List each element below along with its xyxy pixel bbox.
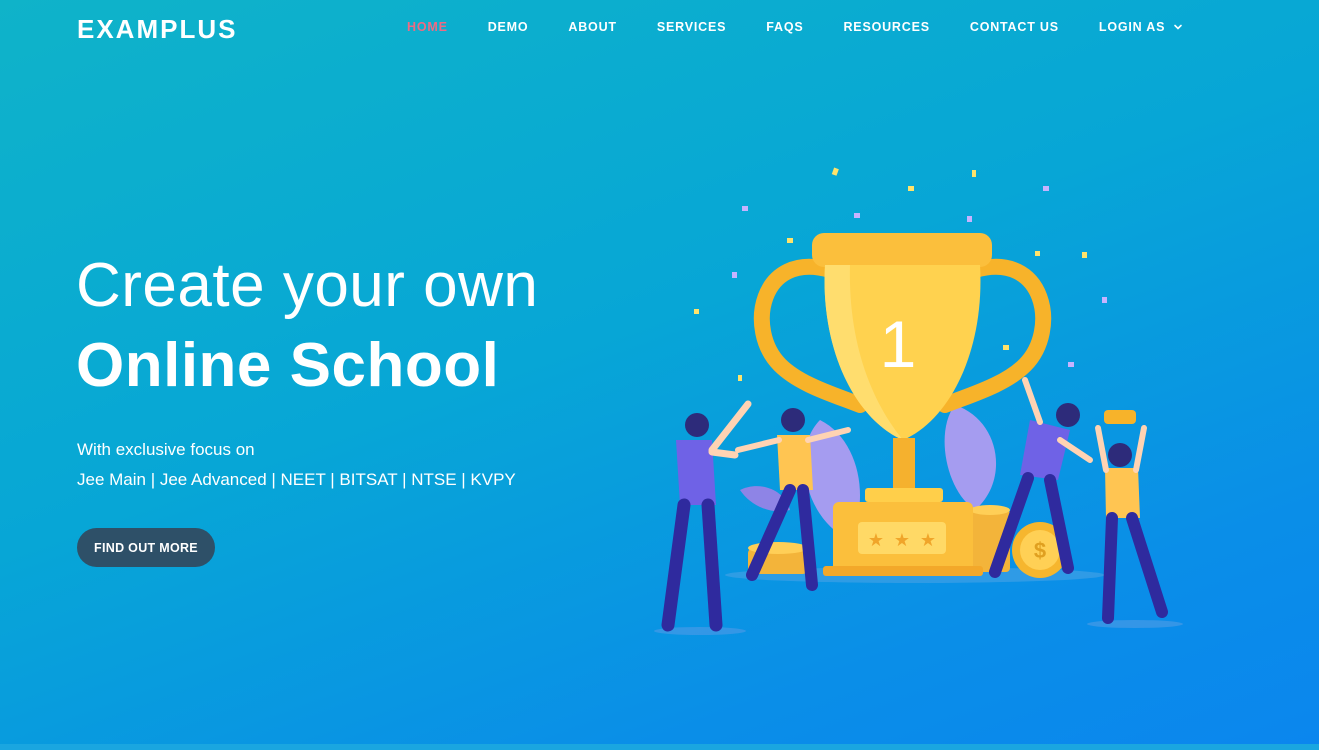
hero-subtitle-line2: Jee Main | Jee Advanced | NEET | BITSAT … bbox=[77, 470, 516, 489]
section-divider bbox=[0, 744, 1319, 750]
nav-item-login-as[interactable]: LOGIN AS bbox=[1099, 20, 1183, 34]
nav-item-resources[interactable]: RESOURCES bbox=[843, 20, 929, 34]
nav-item-contact-us[interactable]: CONTACT US bbox=[970, 20, 1059, 34]
star-icon: ★ bbox=[868, 530, 884, 550]
trophy-number: 1 bbox=[880, 307, 917, 381]
nav-item-faqs[interactable]: FAQS bbox=[766, 20, 803, 34]
person-man-left bbox=[661, 400, 752, 632]
nav-item-home[interactable]: HOME bbox=[407, 20, 448, 34]
hero-title-line2: Online School bbox=[76, 331, 500, 400]
trophy-celebration-illustration: $ ★ ★ ★ 1 bbox=[654, 167, 1183, 635]
star-icon: ★ bbox=[920, 530, 936, 550]
svg-text:$: $ bbox=[1034, 538, 1046, 563]
person-woman-right bbox=[1095, 410, 1168, 624]
site-logo[interactable]: EXAMPLUS bbox=[77, 14, 237, 45]
nav-item-about[interactable]: ABOUT bbox=[568, 20, 616, 34]
main-nav: HOME DEMO ABOUT SERVICES FAQS RESOURCES … bbox=[407, 20, 1183, 34]
nav-item-services[interactable]: SERVICES bbox=[657, 20, 726, 34]
chevron-down-icon bbox=[1174, 24, 1183, 30]
hero-subtitle-line1: With exclusive focus on bbox=[77, 440, 255, 459]
star-icon: ★ bbox=[894, 530, 910, 550]
hero-title-line1: Create your own bbox=[76, 251, 539, 320]
nav-item-demo[interactable]: DEMO bbox=[488, 20, 529, 34]
nav-item-login-label: LOGIN AS bbox=[1098, 20, 1166, 34]
find-out-more-button[interactable]: FIND OUT MORE bbox=[77, 528, 215, 567]
